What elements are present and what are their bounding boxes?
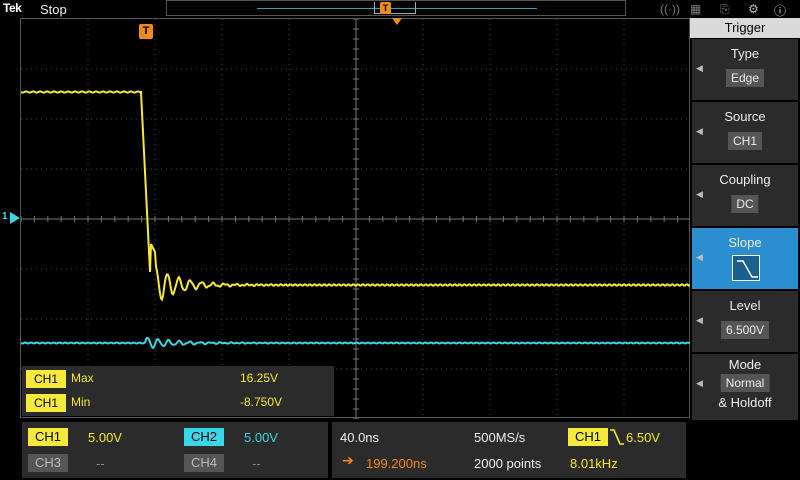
trigger-level-value[interactable]: 6.50V xyxy=(626,430,660,445)
horizontal-position-value[interactable]: 199.200ns xyxy=(366,456,427,471)
ch1-ground-label: 1 xyxy=(2,211,8,222)
network-icon[interactable]: ▦ xyxy=(690,2,701,16)
record-overview[interactable]: T xyxy=(166,0,626,16)
menu-item-label: Level xyxy=(729,298,761,313)
measurement-name: Max xyxy=(71,371,94,385)
help-icon[interactable]: ⓘ xyxy=(774,2,786,19)
left-arrow-icon: ◀ xyxy=(696,315,703,325)
ch2-scale[interactable]: 5.00V xyxy=(244,430,278,445)
usb-icon[interactable]: ⎘ xyxy=(720,2,730,17)
menu-item-value: CH1 xyxy=(727,132,763,150)
horizontal-position-arrow-icon: ➔ xyxy=(342,452,354,468)
left-arrow-icon: ◀ xyxy=(696,189,703,199)
measurement-value: -8.750V xyxy=(240,395,283,409)
sample-rate-value: 500MS/s xyxy=(474,430,526,445)
menu-item-label: Coupling xyxy=(719,172,771,187)
falling-edge-icon xyxy=(732,255,760,281)
trigger-frequency-value: 8.01kHz xyxy=(570,456,618,471)
falling-edge-icon xyxy=(610,429,624,445)
measurement-channel-badge: CH1 xyxy=(26,394,66,412)
wifi-icon[interactable]: ((·)) xyxy=(660,2,680,16)
menu-item-value: DC xyxy=(731,195,759,213)
ch2-badge[interactable]: CH2 xyxy=(184,428,224,446)
ch1-scale[interactable]: 5.00V xyxy=(88,430,122,445)
ch4-badge[interactable]: CH4 xyxy=(184,454,224,472)
menu-item-label: Source xyxy=(724,109,766,124)
brand-logo: Tek xyxy=(3,1,22,15)
menu-item-label: Mode xyxy=(728,357,762,372)
measurement-row[interactable]: CH1 Min -8.750V xyxy=(26,392,330,412)
waveform-plot xyxy=(21,19,691,419)
measurement-row[interactable]: CH1 Max 16.25V xyxy=(26,368,330,388)
measurement-name: Min xyxy=(71,395,91,409)
waveform-graticule[interactable] xyxy=(20,18,691,419)
top-bar: Tek Stop T ((·)) ▦ ⎘ ⚙ ⓘ xyxy=(0,0,800,18)
trigger-level-button[interactable]: ◀ Level 6.500V xyxy=(692,291,798,352)
settings-icon[interactable]: ⚙ xyxy=(748,2,759,16)
ch3-scale[interactable]: -- xyxy=(96,456,105,471)
horizontal-trigger-readout[interactable]: 40.0ns 500MS/s CH1 6.50V ➔ 199.200ns 200… xyxy=(332,422,686,478)
measurement-channel-badge: CH1 xyxy=(26,370,66,388)
trigger-source-button[interactable]: ◀ Source CH1 xyxy=(692,102,798,163)
left-arrow-icon: ◀ xyxy=(696,63,703,73)
measurement-panel[interactable]: CH1 Max 16.25V CH1 Min -8.750V xyxy=(22,366,334,416)
timebase-value[interactable]: 40.0ns xyxy=(340,430,379,445)
left-arrow-icon: ◀ xyxy=(696,252,703,262)
menu-item-value: Edge xyxy=(725,69,765,87)
record-length-value[interactable]: 2000 points xyxy=(474,456,541,471)
trigger-coupling-button[interactable]: ◀ Coupling DC xyxy=(692,165,798,226)
top-icons: ((·)) ▦ ⎘ ⚙ ⓘ xyxy=(650,0,800,18)
ch1-badge[interactable]: CH1 xyxy=(28,428,68,446)
trigger-position-marker: T xyxy=(380,2,391,14)
ch3-badge[interactable]: CH3 xyxy=(28,454,68,472)
trigger-mode-button[interactable]: ◀ Mode Normal & Holdoff xyxy=(692,354,798,420)
trigger-marker[interactable]: T xyxy=(139,24,153,39)
menu-item-value-secondary: & Holdoff xyxy=(718,395,772,410)
measurement-value: 16.25V xyxy=(240,371,279,385)
trigger-type-button[interactable]: ◀ Type Edge xyxy=(692,39,798,100)
ch4-scale[interactable]: -- xyxy=(252,456,261,471)
trigger-source-badge[interactable]: CH1 xyxy=(568,428,608,446)
run-state[interactable]: Stop xyxy=(40,2,67,17)
ground-pointer-icon xyxy=(10,212,20,224)
menu-item-value: Normal xyxy=(720,374,770,392)
menu-item-value: 6.500V xyxy=(720,321,770,339)
trigger-slope-button[interactable]: ◀ Slope xyxy=(692,228,798,289)
channel-readout-panel[interactable]: CH1 5.00V CH2 5.00V CH3 -- CH4 -- xyxy=(22,422,328,478)
menu-item-label: Type xyxy=(730,46,760,61)
left-arrow-icon: ◀ xyxy=(696,126,703,136)
side-menu-title: Trigger xyxy=(690,18,800,38)
menu-item-label: Slope xyxy=(728,235,762,250)
trigger-side-menu: Trigger ◀ Type Edge ◀ Source CH1 ◀ Coupl… xyxy=(690,18,800,480)
trigger-position-pointer xyxy=(392,18,402,25)
left-arrow-icon: ◀ xyxy=(696,378,703,388)
